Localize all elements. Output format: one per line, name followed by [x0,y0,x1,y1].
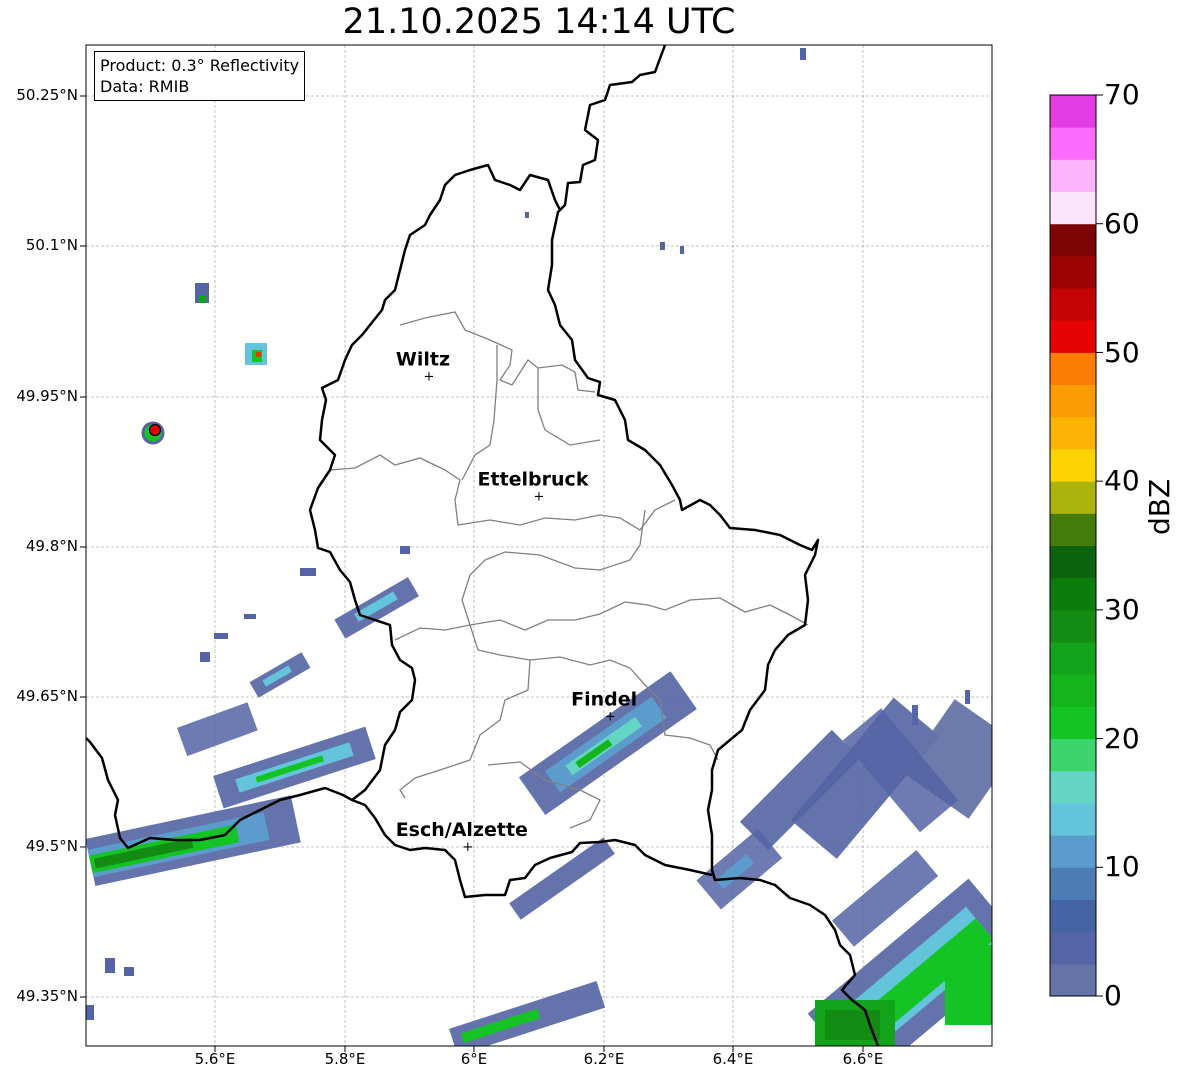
colorbar-segment [1050,352,1096,386]
colorbar-tick-label: 50 [1104,336,1140,369]
colorbar-segment [1050,384,1096,418]
radar-map: +Wiltz+Ettelbruck+Findel+Esch/Alzette [80,44,1103,1052]
city-label: Wiltz [396,348,450,370]
colorbar-segment [1050,899,1096,933]
product-text: Product: 0.3° Reflectivity [100,56,300,75]
colorbar-segment [1050,255,1096,289]
colorbar-segment [1050,609,1096,643]
colorbar-segment [1050,159,1096,193]
colorbar-tick-label: 10 [1104,850,1140,883]
colorbar-segment [1050,706,1096,740]
colorbar-tick-label: 70 [1104,78,1140,111]
colorbar-segment [1050,738,1096,772]
city-marker-icon: + [605,710,616,725]
colorbar-tick-label: 0 [1104,979,1122,1012]
lon-tick-label: 5.8°E [324,1050,366,1068]
lat-tick-label: 50.1°N [25,236,78,254]
colorbar-segment [1050,577,1096,611]
colorbar-segment [1050,95,1096,128]
lat-tick-label: 50.25°N [16,86,78,104]
lat-tick-label: 49.65°N [16,687,78,705]
colorbar-tick-label: 60 [1104,207,1140,240]
city-label: Findel [571,689,637,711]
colorbar-segment [1050,320,1096,353]
lon-tick-label: 6°E [460,1050,488,1068]
product-info-box: Product: 0.3° Reflectivity Data: RMIB [94,51,306,101]
colorbar-tick-label: 20 [1104,722,1140,755]
colorbar-segment [1050,191,1096,225]
map-area: +Wiltz+Ettelbruck+Findel+Esch/Alzette [86,45,992,1046]
city-label: Ettelbruck [478,468,589,490]
colorbar-tick-label: 40 [1104,464,1140,497]
lon-tick-label: 6.4°E [712,1050,754,1068]
colorbar-segment [1050,963,1096,997]
lat-tick-label: 49.8°N [25,537,78,555]
colorbar-segment [1050,802,1096,836]
lat-tick-label: 49.5°N [25,837,78,855]
lon-tick-label: 6.2°E [583,1050,625,1068]
lat-tick-label: 49.95°N [16,387,78,405]
colorbar-segment [1050,867,1096,900]
colorbar-segment [1050,835,1096,868]
colorbar-segment [1050,288,1096,321]
colorbar-segment [1050,642,1096,675]
city-marker-icon: + [424,369,435,384]
colorbar-segment [1050,513,1096,546]
colorbar-segment [1050,448,1096,482]
radar-site-marker [141,421,165,445]
colorbar-tick-label: 30 [1104,593,1140,626]
lon-tick-label: 6.6°E [842,1050,884,1068]
city-marker-icon: + [534,489,545,504]
colorbar-segment [1050,931,1096,965]
colorbar-segment [1050,127,1096,160]
colorbar [1049,94,1103,997]
colorbar-segment [1050,223,1096,257]
city-label: Esch/Alzette [396,819,528,841]
colorbar-segment [1050,770,1096,804]
colorbar-segment [1050,545,1096,579]
colorbar-segment [1050,674,1096,707]
colorbar-segment [1050,416,1096,450]
colorbar-label: dBZ [1143,478,1176,535]
data-source-text: Data: RMIB [100,77,190,96]
lat-tick-label: 49.35°N [16,987,78,1005]
lon-tick-label: 5.6°E [194,1050,236,1068]
city-marker-icon: + [462,840,473,855]
colorbar-segment [1050,481,1096,514]
